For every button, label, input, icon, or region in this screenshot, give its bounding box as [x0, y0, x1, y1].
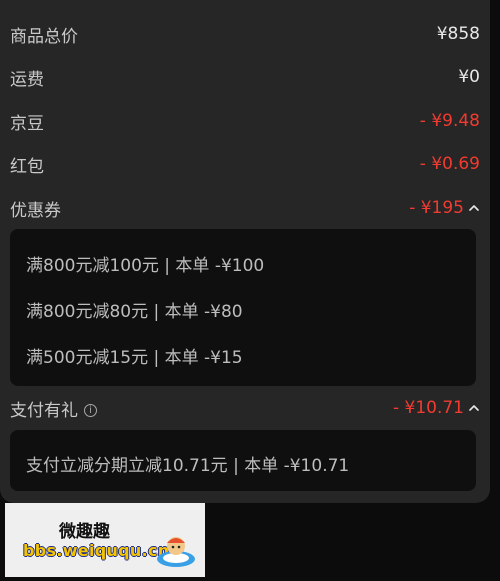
payment-gift-details-box: 支付立减分期立减10.71元 | 本单 -¥10.71: [10, 430, 476, 491]
payment-gift-total-value: - ¥10.71: [392, 398, 464, 418]
jingdou-value: - ¥9.48: [419, 111, 480, 131]
row-red-packet: 红包 - ¥0.69: [10, 151, 480, 177]
payment-gift-toggle-row[interactable]: 支付有礼 i - ¥10.71: [10, 395, 480, 421]
watermark-title: 微趣趣: [59, 522, 110, 542]
chevron-up-icon[interactable]: [468, 202, 480, 214]
row-jingdou: 京豆 - ¥9.48: [10, 108, 480, 134]
payment-gift-label-wrap: 支付有礼 i: [10, 396, 97, 421]
shipping-value: ¥0: [458, 67, 480, 87]
coupon-detail-line: 满800元减80元 | 本单 -¥80: [26, 302, 243, 322]
row-goods-total: 商品总价 ¥858: [10, 21, 480, 47]
row-shipping: 运费 ¥0: [10, 64, 480, 90]
info-icon[interactable]: i: [84, 404, 97, 417]
watermark-url: bbs.weiququ.cn: [23, 541, 170, 560]
coupon-label: 优惠券: [10, 200, 61, 221]
payment-gift-label: 支付有礼: [10, 400, 78, 421]
goods-total-label: 商品总价: [10, 26, 78, 47]
coupon-total[interactable]: - ¥195: [409, 198, 480, 218]
coupon-total-value: - ¥195: [409, 198, 464, 218]
jingdou-label: 京豆: [10, 113, 44, 134]
shipping-label: 运费: [10, 69, 44, 90]
red-packet-value: - ¥0.69: [419, 154, 480, 174]
mascot-icon: [157, 537, 195, 567]
chevron-up-icon[interactable]: [468, 402, 480, 414]
red-packet-label: 红包: [10, 156, 44, 177]
goods-total-value: ¥858: [436, 24, 480, 44]
watermark-logo: 微趣趣 bbs.weiququ.cn: [5, 503, 205, 577]
payment-gift-total[interactable]: - ¥10.71: [393, 398, 480, 418]
order-summary-panel: 商品总价 ¥858 运费 ¥0 京豆 - ¥9.48 红包 - ¥0.69 优惠…: [0, 0, 490, 503]
coupon-details-box: 满800元减100元 | 本单 -¥100 满800元减80元 | 本单 -¥8…: [10, 229, 476, 386]
coupon-detail-line: 满500元减15元 | 本单 -¥15: [26, 348, 243, 368]
payment-gift-detail-line: 支付立减分期立减10.71元 | 本单 -¥10.71: [26, 456, 350, 476]
coupon-detail-line: 满800元减100元 | 本单 -¥100: [26, 256, 265, 276]
coupon-toggle-row[interactable]: 优惠券 - ¥195: [10, 195, 480, 221]
